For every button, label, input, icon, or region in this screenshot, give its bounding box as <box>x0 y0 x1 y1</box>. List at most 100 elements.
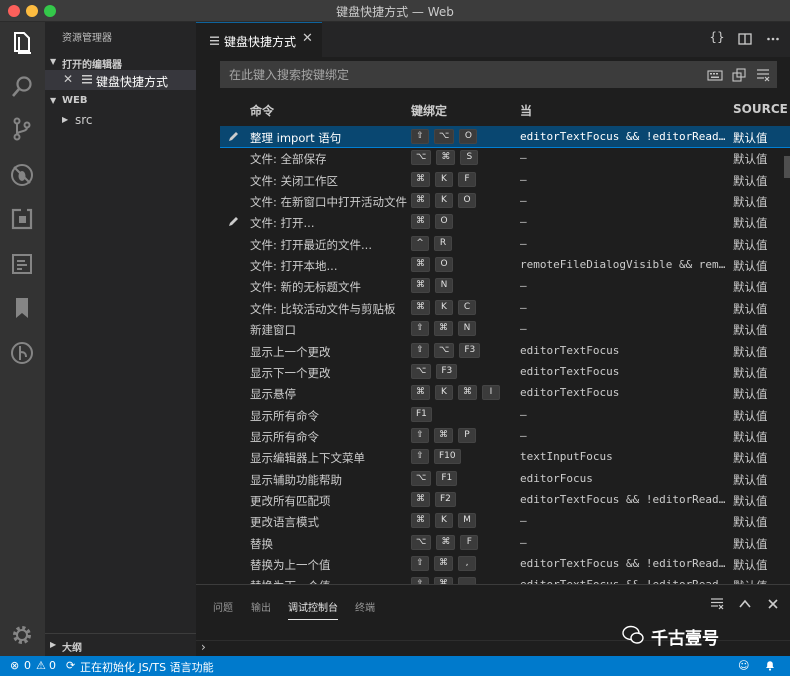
table-row[interactable]: 显示所有命令 ⇧ ⌘ P — 默认值 <box>220 425 790 446</box>
source-cell: 默认值 <box>733 536 768 551</box>
extensions-icon[interactable] <box>9 206 35 232</box>
table-row[interactable]: 文件: 打开... ⌘ O — 默认值 <box>220 211 790 232</box>
search-icon[interactable] <box>9 74 35 100</box>
close-panel-icon[interactable] <box>766 597 780 614</box>
column-header-when[interactable]: 当 <box>520 102 532 119</box>
open-keybindings-json-button[interactable]: {} <box>708 30 726 48</box>
vertical-scrollbar[interactable] <box>784 126 790 584</box>
column-header-source[interactable]: SOURCE <box>733 102 788 116</box>
command-cell: 显示所有命令 <box>250 429 319 444</box>
keybinding-search-input[interactable] <box>229 66 699 84</box>
table-row[interactable]: 文件: 全部保存 ⌥ ⌘ S — 默认值 <box>220 147 790 168</box>
key-cap: , <box>458 556 476 571</box>
close-tab-icon[interactable]: ✕ <box>302 31 313 46</box>
table-row[interactable]: 替换为上一个值 ⇧ ⌘, editorTextFocus && !editorRead… <box>220 553 790 574</box>
record-keys-icon[interactable] <box>707 67 723 83</box>
when-cell: — <box>520 279 527 293</box>
key-cap: ⌘ <box>434 321 453 337</box>
panel-tab-problems[interactable]: 问题 <box>213 599 233 614</box>
table-row[interactable]: 新建窗口 ⇧ ⌘ N — 默认值 <box>220 318 790 339</box>
error-icon[interactable]: ⊗ <box>10 659 19 672</box>
table-row[interactable]: 文件: 在新窗口中打开活动文件 ⌘ K O — 默认值 <box>220 190 790 211</box>
bookmark-icon[interactable] <box>9 295 35 321</box>
clear-filter-icon[interactable] <box>755 67 771 83</box>
keybinding-search-box <box>220 61 777 88</box>
error-count[interactable]: 0 <box>24 659 31 672</box>
panel-tab-terminal[interactable]: 终端 <box>355 599 375 614</box>
key-cap: N <box>458 321 476 337</box>
source-control-icon[interactable] <box>9 116 35 142</box>
outline-label: 大纲 <box>62 643 82 654</box>
table-row[interactable]: 显示辅助功能帮助 ⌥ F1 editorFocus 默认值 <box>220 468 790 489</box>
edit-pencil-icon[interactable] <box>228 130 240 142</box>
when-cell: — <box>520 535 527 549</box>
table-row[interactable]: 文件: 比较活动文件与剪贴板 ⌘ K C — 默认值 <box>220 297 790 318</box>
warning-count[interactable]: 0 <box>49 659 56 672</box>
table-row[interactable]: 显示上一个更改 ⇧ ⌥ F3 editorTextFocus 默认值 <box>220 340 790 361</box>
key-cap: ⌘ <box>411 299 430 315</box>
tab-label: 键盘快捷方式 <box>224 35 297 49</box>
output-icon[interactable] <box>9 251 35 277</box>
chevron-down-icon: ▼ <box>50 96 57 105</box>
tab-keyboard-shortcuts[interactable]: 键盘快捷方式 ✕ <box>196 22 322 57</box>
table-row[interactable]: 文件: 打开最近的文件... ^ R — 默认值 <box>220 233 790 254</box>
table-row[interactable]: 更改语言模式 ⌘ K M — 默认值 <box>220 510 790 531</box>
clear-console-icon[interactable] <box>710 597 724 614</box>
keyboard-shortcuts-file-icon <box>82 74 92 85</box>
table-row[interactable]: 更改所有匹配项 ⌘ F2 editorTextFocus && !editorRead… <box>220 489 790 510</box>
when-cell: — <box>520 215 527 229</box>
key-cap: ⌘ <box>434 427 453 443</box>
debug-icon[interactable] <box>9 162 35 188</box>
keybindings-table: 整理 import 语句 ⇧ ⌥ OeditorTextFocus && !edito… <box>220 126 790 584</box>
warning-icon[interactable]: ⚠ <box>36 659 46 672</box>
keybinding-cell: ⇧ F10 <box>411 449 466 465</box>
source-cell: 默认值 <box>733 365 768 380</box>
edit-pencil-icon[interactable] <box>228 215 240 227</box>
panel-tab-output[interactable]: 输出 <box>251 599 271 614</box>
column-header-keybinding[interactable]: 键绑定 <box>411 102 447 119</box>
when-cell: — <box>520 407 527 421</box>
tree-folder-src[interactable]: ▶ src <box>45 110 196 130</box>
table-row[interactable]: 显示下一个更改 ⌥ F3 editorTextFocus 默认值 <box>220 361 790 382</box>
table-row[interactable]: 替换 ⌥ ⌘ F — 默认值 <box>220 532 790 553</box>
open-editors-label: 打开的编辑器 <box>62 60 122 71</box>
open-editor-item[interactable]: ✕ 键盘快捷方式 <box>45 70 196 90</box>
table-row[interactable]: 整理 import 语句 ⇧ ⌥ OeditorTextFocus && !edito… <box>220 126 790 149</box>
more-icon[interactable] <box>764 30 782 48</box>
source-cell: 默认值 <box>733 195 768 210</box>
key-cap: ⌘ <box>411 171 430 187</box>
open-editors-section[interactable]: ▼ 打开的编辑器 <box>45 52 196 72</box>
workspace-section[interactable]: ▼ WEB <box>45 91 196 111</box>
split-editor-icon[interactable] <box>736 30 754 48</box>
panel-tab-debug-console[interactable]: 调试控制台 <box>288 599 338 620</box>
key-cap: ⇧ <box>411 556 429 571</box>
table-row[interactable]: 文件: 新的无标题文件 ⌘ N — 默认值 <box>220 275 790 296</box>
table-row[interactable]: 显示悬停 ⌘ K ⌘ IeditorTextFocus 默认值 <box>220 382 790 403</box>
close-icon[interactable]: ✕ <box>63 72 73 86</box>
gear-icon[interactable] <box>9 622 35 648</box>
outline-section[interactable]: ▶ 大纲 <box>45 633 196 656</box>
when-cell: editorTextFocus <box>520 364 620 378</box>
table-row[interactable]: 显示编辑器上下文菜单 ⇧ F10 textInputFocus 默认值 <box>220 446 790 467</box>
table-row[interactable]: 文件: 关闭工作区 ⌘ K F — 默认值 <box>220 169 790 190</box>
key-cap: F10 <box>434 449 461 465</box>
status-bar: ⊗ 0 ⚠ 0 ⟳ 正在初始化 JS/TS 语言功能 ☺ <box>0 656 790 676</box>
keybinding-cell: ⌥ ⌘ F <box>411 534 483 550</box>
table-row[interactable]: 文件: 打开本地... ⌘ OremoteFileDialogVisible && … <box>220 254 790 275</box>
key-cap: ⌥ <box>411 470 432 486</box>
scrollbar-thumb[interactable] <box>784 156 790 178</box>
when-cell: editorTextFocus && !editorReadonly <box>520 130 728 143</box>
gitlens-icon[interactable] <box>9 340 35 366</box>
keybinding-cell: ⌘ O <box>411 214 458 230</box>
source-cell: 默认值 <box>733 131 768 145</box>
maximize-panel-icon[interactable] <box>738 597 752 614</box>
keybinding-cell: ⇧ ⌘, <box>411 556 481 571</box>
table-row[interactable]: 替换为下一个值⇧⌘.editorTextFocus && !editorRead… <box>220 574 790 584</box>
notifications-bell-icon[interactable] <box>764 659 776 674</box>
files-icon[interactable] <box>9 30 35 56</box>
column-header-command[interactable]: 命令 <box>250 102 274 119</box>
feedback-smiley-icon[interactable]: ☺ <box>738 659 749 672</box>
sort-by-precedence-icon[interactable] <box>731 67 747 83</box>
key-cap: ⌘ <box>436 534 456 550</box>
table-row[interactable]: 显示所有命令 F1 — 默认值 <box>220 404 790 425</box>
